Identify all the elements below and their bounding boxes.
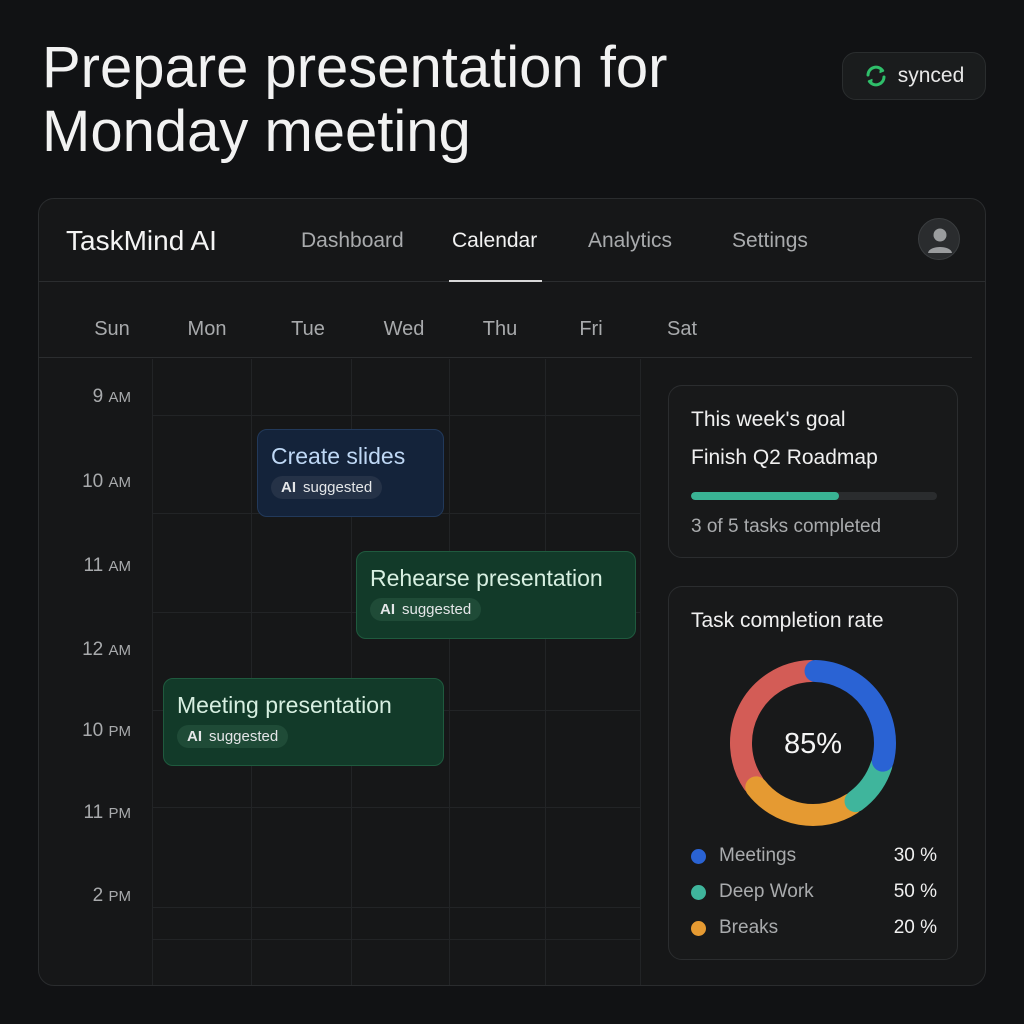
goal-status-text: 3 of 5 tasks completed [691, 516, 882, 537]
ai-tag: AI [380, 601, 395, 618]
weekday-header: Sun Mon Tue Wed Thu Fri Sat [39, 282, 972, 358]
donut-segment-deep-work [844, 754, 893, 813]
ai-tag-label: suggested [402, 601, 472, 618]
completion-card-title: Task completion rate [691, 609, 884, 632]
sync-icon [866, 65, 886, 87]
legend-value: 30 % [893, 845, 937, 866]
grid-column-line [545, 359, 546, 985]
weekday-tue: Tue [291, 318, 325, 340]
grid-row-line [152, 807, 641, 808]
time-label-11am: 11 AM [83, 555, 131, 576]
goal-progress-fill [691, 492, 839, 500]
legend-value: 50 % [893, 881, 937, 902]
ai-suggested-chip: AI suggested [177, 725, 289, 748]
event-rehearse-presentation[interactable]: Rehearse presentation AI suggested [356, 551, 636, 639]
ai-tag: AI [281, 479, 296, 496]
legend-label: Deep Work [719, 881, 814, 902]
time-label-10am: 10 AM [82, 471, 131, 492]
weekday-thu: Thu [482, 318, 518, 340]
completion-donut-chart: 85% [730, 660, 896, 826]
grid-row-line [152, 907, 641, 908]
legend-value: 20 % [893, 917, 937, 938]
completion-rate-card[interactable]: Task completion rate 85% Meetings 30 % D… [668, 586, 958, 960]
event-title: Meeting presentation [177, 692, 392, 718]
nav-dashboard[interactable]: Dashboard [301, 229, 404, 253]
weekday-fri: Fri [579, 318, 603, 340]
user-icon [928, 228, 952, 253]
goal-progress-bar [691, 492, 937, 500]
time-label-12am: 12 AM [82, 639, 131, 660]
app-window: TaskMind AI Dashboard Calendar Analytics… [38, 198, 986, 986]
ai-tag-label: suggested [209, 728, 279, 745]
weekday-sat: Sat [666, 318, 698, 340]
event-title: Rehearse presentation [370, 565, 603, 591]
event-create-slides[interactable]: Create slides AI suggested [257, 429, 444, 517]
user-avatar[interactable] [918, 218, 960, 260]
legend-row-meetings: Meetings 30 % [691, 845, 937, 869]
calendar-grid[interactable]: 9 AM 10 AM 11 AM 12 AM 10 PM 11 PM 2 PM … [39, 359, 641, 985]
top-navbar: TaskMind AI Dashboard Calendar Analytics… [39, 199, 985, 282]
legend-row-deep-work: Deep Work 50 % [691, 881, 937, 905]
donut-segment-breaks [745, 776, 863, 826]
time-label-2pm: 2 PM [92, 885, 131, 906]
grid-row-line [152, 939, 641, 940]
event-meeting-presentation[interactable]: Meeting presentation AI suggested [163, 678, 444, 766]
nav-settings[interactable]: Settings [732, 229, 808, 253]
event-title: Create slides [271, 443, 406, 469]
grid-column-line [640, 359, 641, 985]
ai-suggested-chip: AI suggested [370, 598, 482, 621]
legend-row-breaks: Breaks 20 % [691, 917, 937, 941]
ai-tag: AI [187, 728, 202, 745]
nav-calendar[interactable]: Calendar [452, 229, 537, 253]
ai-tag-label: suggested [303, 479, 373, 496]
grid-row-line [152, 415, 641, 416]
weekday-mon: Mon [187, 318, 227, 340]
time-label-9am: 9 AM [92, 386, 131, 407]
sync-status-label: synced [897, 64, 965, 87]
legend-dot-meetings [691, 849, 706, 864]
time-label-11pm: 11 PM [83, 802, 131, 823]
completion-center-value: 85% [784, 728, 842, 760]
page-title: Prepare presentation for Monday meeting [42, 35, 668, 164]
goal-name: Finish Q2 Roadmap [691, 446, 878, 469]
grid-column-line [152, 359, 153, 985]
grid-column-line [449, 359, 450, 985]
time-label-10pm: 10 PM [82, 720, 131, 741]
grid-column-line [251, 359, 252, 985]
legend-dot-deep-work [691, 885, 706, 900]
weekly-goal-card[interactable]: This week's goal Finish Q2 Roadmap 3 of … [668, 385, 958, 558]
goal-card-title: This week's goal [691, 408, 846, 431]
ai-suggested-chip: AI suggested [271, 476, 383, 499]
legend-dot-breaks [691, 921, 706, 936]
weekday-wed: Wed [383, 318, 425, 340]
legend-label: Breaks [719, 917, 779, 938]
legend-label: Meetings [719, 845, 797, 866]
sync-status-badge[interactable]: synced [842, 52, 986, 100]
app-brand: TaskMind AI [66, 225, 217, 256]
nav-analytics[interactable]: Analytics [588, 229, 672, 253]
weekday-sun: Sun [94, 318, 130, 340]
